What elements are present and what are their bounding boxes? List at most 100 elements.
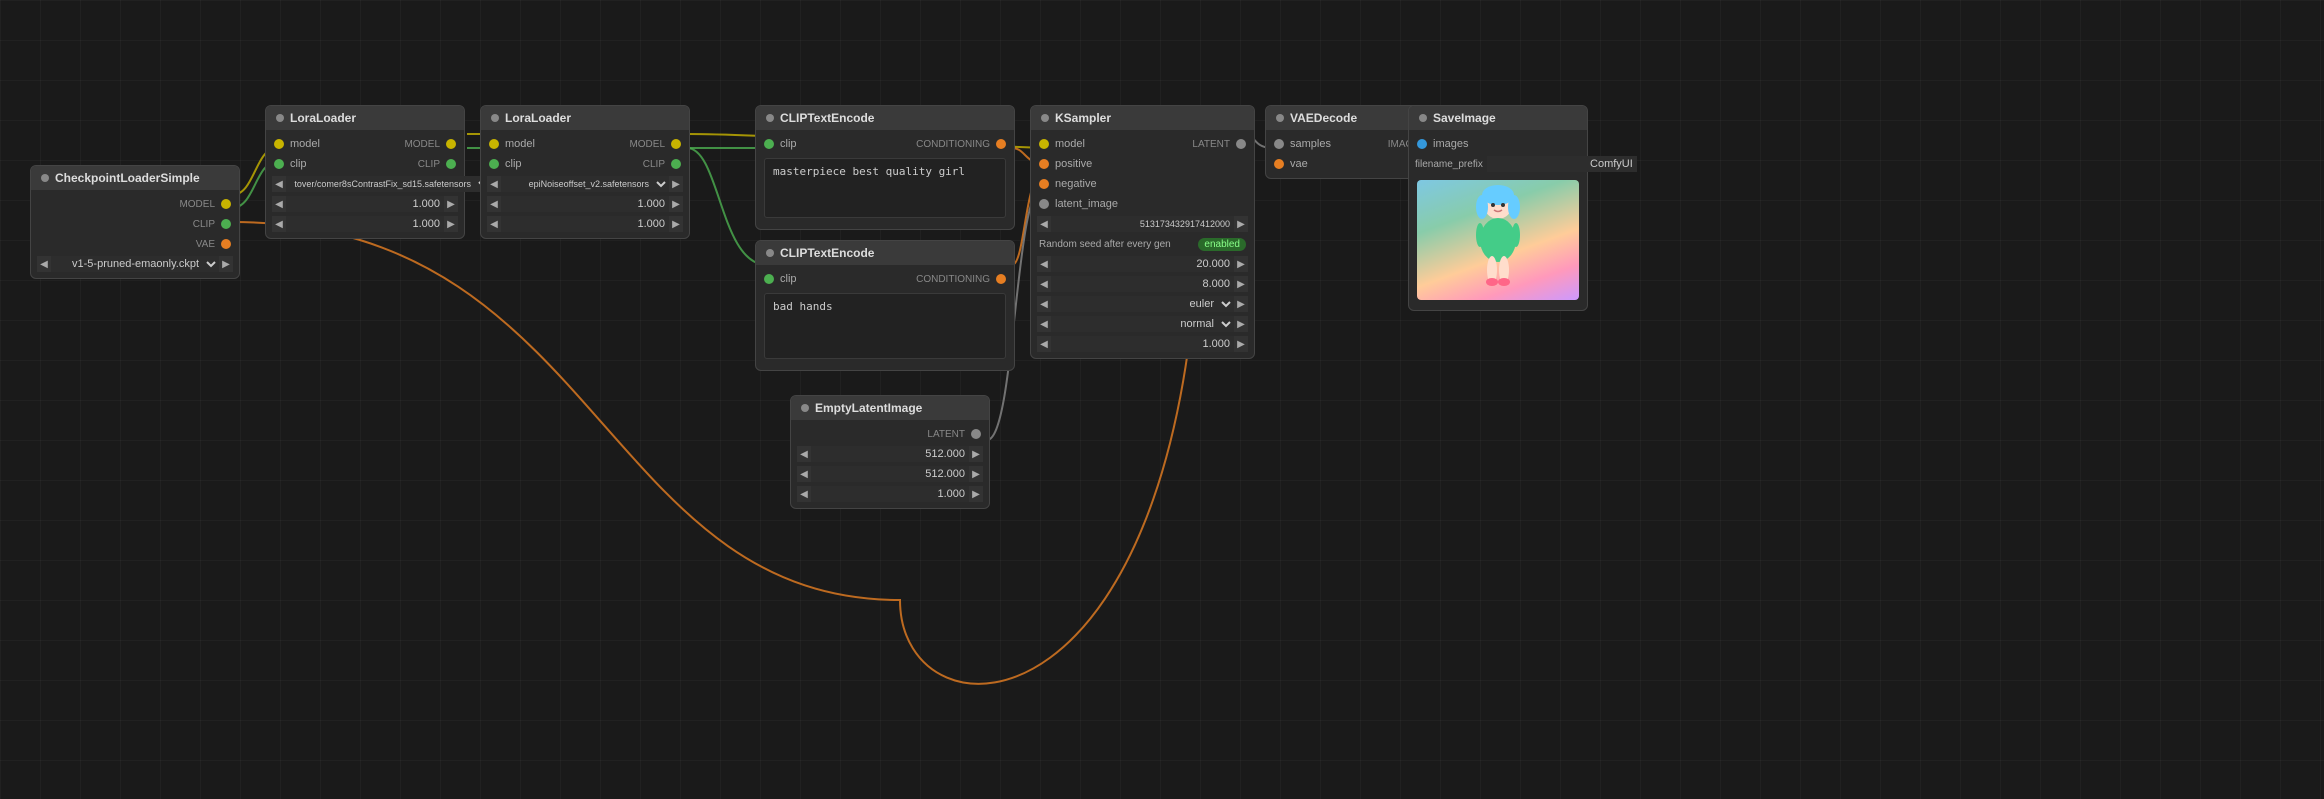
ks-steps-row: ◀ ▶: [1031, 254, 1254, 274]
empty-latent-body: LATENT ◀ ▶ ◀ ▶ ◀ ▶: [791, 420, 989, 508]
ckpt-increment[interactable]: ▶: [219, 256, 233, 272]
ks-model-input[interactable]: [1039, 139, 1049, 149]
node-dot: [766, 114, 774, 122]
ksampler-header: KSampler: [1031, 106, 1254, 130]
ks-scheduler-decrement[interactable]: ◀: [1037, 316, 1051, 332]
ll1-model-row: model MODEL: [266, 134, 464, 154]
eli-batchsize-decrement[interactable]: ◀: [797, 486, 811, 502]
ll2-strength-clip-increment[interactable]: ▶: [669, 216, 683, 232]
si-filename-input[interactable]: [1487, 156, 1637, 172]
ll1-clip-input[interactable]: [274, 159, 284, 169]
output-vae-connector[interactable]: [221, 239, 231, 249]
node-canvas[interactable]: CheckpointLoaderSimple MODEL CLIP VAE ◀: [0, 0, 2324, 799]
eli-width-increment[interactable]: ▶: [969, 446, 983, 462]
ll1-loraname-select[interactable]: tover/comer8sContrastFix_sd15.safetensor…: [286, 176, 491, 192]
ll2-strength-model-row: ◀ ▶: [481, 194, 689, 214]
eli-width-input[interactable]: [811, 446, 969, 462]
ks-latent-output[interactable]: [1236, 139, 1246, 149]
ll2-strength-model-input[interactable]: [501, 196, 669, 212]
eli-height-input[interactable]: [811, 466, 969, 482]
ks-denoise-input[interactable]: [1051, 336, 1234, 352]
lora-loader-2-node: LoraLoader model MODEL clip CLIP ◀ epiNo…: [480, 105, 690, 239]
vd-vae-input[interactable]: [1274, 159, 1284, 169]
ks-sampler-increment[interactable]: ▶: [1234, 296, 1248, 312]
cte-neg-clip-input[interactable]: [764, 274, 774, 284]
ll1-strength-clip-increment[interactable]: ▶: [444, 216, 458, 232]
checkpoint-loader-node: CheckpointLoaderSimple MODEL CLIP VAE ◀: [30, 165, 240, 279]
cte-neg-conditioning-output[interactable]: [996, 274, 1006, 284]
cte-pos-conditioning-output[interactable]: [996, 139, 1006, 149]
eli-latent-output[interactable]: [971, 429, 981, 439]
checkpoint-loader-title: CheckpointLoaderSimple: [55, 171, 200, 185]
ll2-model-output[interactable]: [671, 139, 681, 149]
ks-denoise-decrement[interactable]: ◀: [1037, 336, 1051, 352]
ll1-strength-model-decrement[interactable]: ◀: [272, 196, 286, 212]
ks-random-seed-toggle[interactable]: enabled: [1198, 238, 1246, 251]
ll2-clip-output[interactable]: [671, 159, 681, 169]
ks-steps-input[interactable]: [1051, 256, 1234, 272]
ll1-strength-model-input[interactable]: [286, 196, 444, 212]
ks-steps-increment[interactable]: ▶: [1234, 256, 1248, 272]
ks-scheduler-select[interactable]: normal: [1051, 316, 1234, 332]
ks-seed-input[interactable]: [1051, 216, 1234, 232]
ll1-model-input[interactable]: [274, 139, 284, 149]
eli-batchsize-input[interactable]: [811, 486, 969, 502]
ks-denoise-increment[interactable]: ▶: [1234, 336, 1248, 352]
ks-scheduler-row: ◀ normal ▶: [1031, 314, 1254, 334]
ll2-strength-model-increment[interactable]: ▶: [669, 196, 683, 212]
ks-seed-row: ◀ ▶: [1031, 214, 1254, 234]
ll2-loraname-select[interactable]: epiNoiseoffset_v2.safetensors: [501, 176, 669, 192]
node-dot: [1041, 114, 1049, 122]
ll2-clip-input[interactable]: [489, 159, 499, 169]
ks-positive-input[interactable]: [1039, 159, 1049, 169]
cte-pos-text-input[interactable]: masterpiece best quality girl: [764, 158, 1006, 218]
ll1-loraname-decrement[interactable]: ◀: [272, 176, 286, 192]
ks-seed-decrement[interactable]: ◀: [1037, 216, 1051, 232]
ks-negative-row: negative: [1031, 174, 1254, 194]
node-dot: [801, 404, 809, 412]
checkpoint-loader-body: MODEL CLIP VAE ◀ v1-5-pruned-emaonly.ckp…: [31, 190, 239, 278]
eli-height-decrement[interactable]: ◀: [797, 466, 811, 482]
eli-height-increment[interactable]: ▶: [969, 466, 983, 482]
ll1-strength-model-row: ◀ ▶: [266, 194, 464, 214]
output-model-connector[interactable]: [221, 199, 231, 209]
ll2-loraname-decrement[interactable]: ◀: [487, 176, 501, 192]
ll2-strength-model-decrement[interactable]: ◀: [487, 196, 501, 212]
vd-samples-input[interactable]: [1274, 139, 1284, 149]
ll2-loraname-row: ◀ epiNoiseoffset_v2.safetensors ▶: [481, 174, 689, 194]
eli-width-row: ◀ ▶: [791, 444, 989, 464]
ks-negative-input[interactable]: [1039, 179, 1049, 189]
clip-text-encode-neg-header: CLIPTextEncode: [756, 241, 1014, 265]
ks-sampler-decrement[interactable]: ◀: [1037, 296, 1051, 312]
ll2-strength-clip-decrement[interactable]: ◀: [487, 216, 501, 232]
ll1-model-output[interactable]: [446, 139, 456, 149]
eli-height-row: ◀ ▶: [791, 464, 989, 484]
eli-width-decrement[interactable]: ◀: [797, 446, 811, 462]
ks-model-row: model LATENT: [1031, 134, 1254, 154]
cte-neg-text-input[interactable]: bad hands: [764, 293, 1006, 359]
node-dot: [766, 249, 774, 257]
ckpt-decrement[interactable]: ◀: [37, 256, 51, 272]
ll2-model-input[interactable]: [489, 139, 499, 149]
ll1-strength-clip-decrement[interactable]: ◀: [272, 216, 286, 232]
ll1-clip-output[interactable]: [446, 159, 456, 169]
ks-seed-increment[interactable]: ▶: [1234, 216, 1248, 232]
save-image-title: SaveImage: [1433, 111, 1496, 125]
ll2-strength-clip-input[interactable]: [501, 216, 669, 232]
ks-latent-image-input[interactable]: [1039, 199, 1049, 209]
ks-cfg-input[interactable]: [1051, 276, 1234, 292]
eli-batchsize-increment[interactable]: ▶: [969, 486, 983, 502]
ll2-loraname-increment[interactable]: ▶: [669, 176, 683, 192]
ks-cfg-decrement[interactable]: ◀: [1037, 276, 1051, 292]
ks-scheduler-increment[interactable]: ▶: [1234, 316, 1248, 332]
ks-cfg-increment[interactable]: ▶: [1234, 276, 1248, 292]
si-images-input[interactable]: [1417, 139, 1427, 149]
output-clip-connector[interactable]: [221, 219, 231, 229]
ks-sampler-select[interactable]: euler: [1051, 296, 1234, 312]
ll1-strength-clip-input[interactable]: [286, 216, 444, 232]
cte-pos-clip-input[interactable]: [764, 139, 774, 149]
ks-steps-decrement[interactable]: ◀: [1037, 256, 1051, 272]
cte-pos-clip-row: clip CONDITIONING: [756, 134, 1014, 154]
ll1-strength-model-increment[interactable]: ▶: [444, 196, 458, 212]
ckpt-name-select[interactable]: v1-5-pruned-emaonly.ckpt: [51, 256, 219, 272]
